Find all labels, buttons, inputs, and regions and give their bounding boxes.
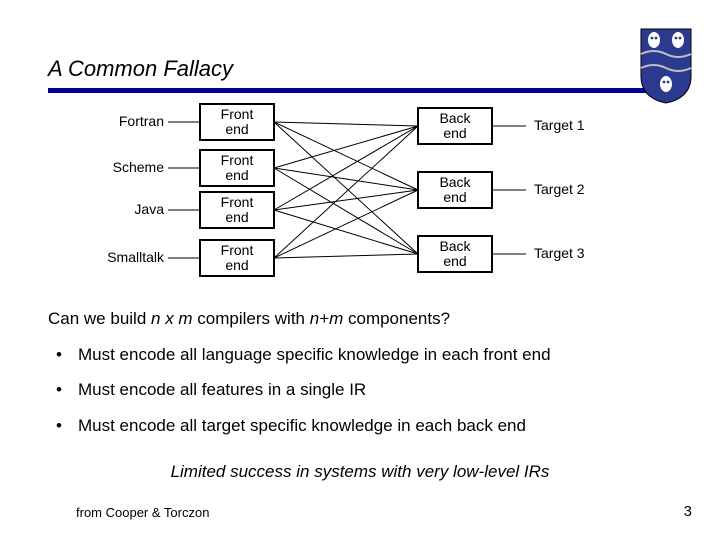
lang-label: Smalltalk	[107, 249, 165, 265]
back-end-box: Back	[439, 110, 471, 126]
bullet-list: Must encode all language specific knowle…	[48, 342, 672, 439]
lang-label: Scheme	[113, 159, 165, 175]
svg-text:Front: Front	[221, 152, 254, 168]
target-label: Target 3	[534, 245, 585, 261]
lang-label: Fortran	[119, 113, 164, 129]
svg-text:Back: Back	[439, 174, 471, 190]
page-number: 3	[684, 503, 692, 520]
target-label: Target 1	[534, 117, 585, 133]
svg-text:Front: Front	[221, 242, 254, 258]
lang-label: Java	[134, 201, 164, 217]
bullet-item: Must encode all target specific knowledg…	[48, 413, 672, 439]
conclusion-text: Limited success in systems with very low…	[0, 462, 720, 482]
svg-text:end: end	[443, 253, 466, 269]
svg-text:end: end	[225, 257, 248, 273]
title-rule	[48, 88, 648, 93]
svg-text:Front: Front	[221, 194, 254, 210]
bullet-item: Must encode all language specific knowle…	[48, 342, 672, 368]
target-label: Target 2	[534, 181, 585, 197]
front-end-box: Front	[221, 106, 254, 122]
bullet-item: Must encode all features in a single IR	[48, 377, 672, 403]
svg-text:end: end	[225, 167, 248, 183]
svg-text:end: end	[443, 189, 466, 205]
svg-text:Back: Back	[439, 238, 471, 254]
svg-text:end: end	[443, 125, 466, 141]
compiler-diagram: Fortran Scheme Java Smalltalk Front end …	[96, 96, 616, 282]
svg-text:end: end	[225, 209, 248, 225]
university-crest-icon	[640, 28, 692, 104]
svg-text:end: end	[225, 121, 248, 137]
slide-title: A Common Fallacy	[48, 56, 233, 82]
footer-source: from Cooper & Torczon	[76, 505, 209, 520]
question-text: Can we build n x m compilers with n+m co…	[48, 306, 672, 332]
